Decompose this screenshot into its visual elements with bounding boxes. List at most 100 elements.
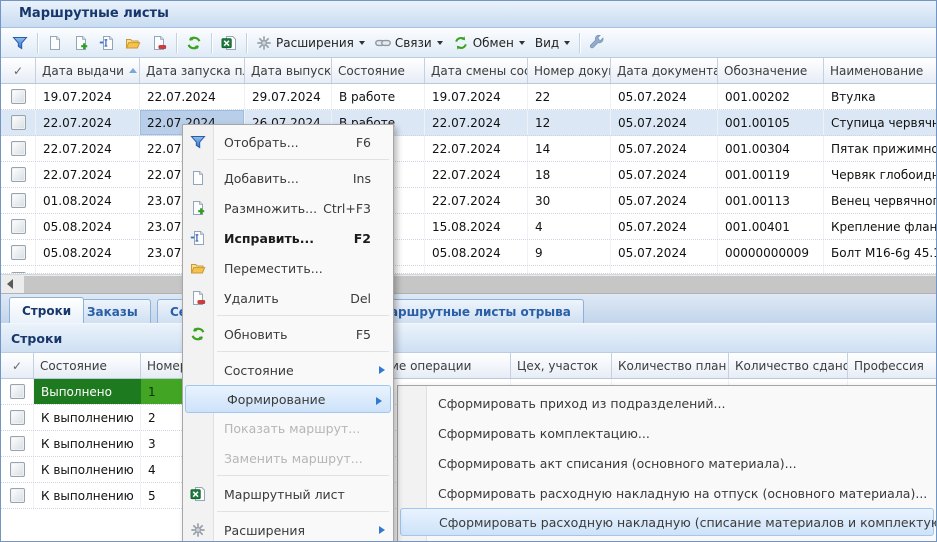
row-checkbox[interactable] [11,141,26,156]
tab-1[interactable]: Строки [9,297,84,323]
submenu-item[interactable]: Сформировать приход из подразделений... [398,388,936,418]
context-menu-item[interactable]: Заменить маршрут... [183,443,393,473]
cell[interactable]: Выполнено [34,379,141,404]
settings-button[interactable] [584,33,610,53]
cell[interactable]: Т [824,266,937,274]
view-dropdown[interactable]: Вид [530,34,575,52]
table-row[interactable]: 22.07.202422.07.202422.07.20241405.07.20… [1,136,937,162]
cell[interactable]: 05.07.2024 [611,84,718,109]
cell[interactable]: 4 [528,214,611,239]
submenu-item[interactable]: Сформировать расходную накладную (списан… [400,508,934,536]
cell[interactable]: 19.07.2024 [425,84,528,109]
table-row[interactable]: 22.07.202422.07.202426.07.2024В работе22… [1,110,937,136]
row-checkbox[interactable] [10,436,25,451]
cell[interactable]: К выполнению [34,405,141,430]
cell[interactable]: 12 [528,110,611,135]
cell[interactable]: 05.07.2024 [611,162,718,187]
cell[interactable]: 05.07.2024 [611,110,718,135]
submenu-item[interactable]: Сформировать расходную накладную на отпу… [398,478,936,508]
context-menu-item[interactable]: Отобрать...F6 [183,127,393,157]
cell[interactable]: Венец червячного к [824,188,937,213]
row-checkbox[interactable] [11,167,26,182]
cell[interactable]: Ступица червячного [824,110,937,135]
move-button[interactable] [120,33,146,53]
row-checkbox[interactable] [10,384,25,399]
submenu-item[interactable]: Сформировать акт списания (основного мат… [398,448,936,478]
cell[interactable]: 05.07.2024 [611,136,718,161]
column-header[interactable]: Номер докум [528,58,611,83]
column-header[interactable]: ✓ [1,353,34,378]
cell[interactable]: 05.07.2024 [611,266,718,274]
table-row[interactable]: 01.08.202423.07.202422.07.20243005.07.20… [1,188,937,214]
cell[interactable]: 001.00202 [718,84,824,109]
horizontal-scrollbar[interactable] [1,274,937,293]
row-checkbox[interactable] [10,462,25,477]
column-header[interactable]: Количество сдано [729,353,848,378]
cell[interactable]: 00000000009 [718,240,824,265]
cell[interactable]: Болт М16-6g 45.109 [824,240,937,265]
table-row[interactable]: 22.07.202422.07.202422.07.20241805.07.20… [1,162,937,188]
cell[interactable]: 01.08.2024 [36,188,140,213]
cell[interactable]: 14 [528,136,611,161]
cell[interactable]: 22.07.2024 [425,162,528,187]
excel-export-button[interactable] [216,33,242,53]
column-header[interactable]: Дата выпуска [245,58,332,83]
row-checkbox[interactable] [11,193,26,208]
cell[interactable]: К выполнению [34,483,141,508]
table-row[interactable]: 12.08.202425.07.202412.08.20243005.07.20… [1,266,937,274]
context-menu-item[interactable]: Расширения [183,515,393,542]
cell[interactable]: 18 [528,162,611,187]
cell[interactable]: 22 [528,84,611,109]
column-header[interactable]: Цех, участок [511,353,612,378]
cell[interactable]: 19.07.2024 [36,84,140,109]
cell[interactable]: 30 [528,188,611,213]
context-menu-item[interactable]: Маршрутный лист [183,479,393,509]
context-menu-item[interactable]: Формирование [185,385,391,413]
duplicate-button[interactable] [68,33,94,53]
column-header[interactable]: Дата документа [611,58,718,83]
context-menu-item[interactable]: Переместить... [183,253,393,283]
submenu-item[interactable]: Сформировать комплектацию... [398,418,936,448]
context-menu-item[interactable]: ОбновитьF5 [183,319,393,349]
cell[interactable]: Пятак прижимной [824,136,937,161]
cell[interactable]: 22.07.2024 [36,136,140,161]
table-row[interactable]: 19.07.202422.07.202429.07.2024В работе19… [1,84,937,110]
exchange-dropdown[interactable]: Обмен [448,33,530,53]
add-button[interactable] [42,33,68,53]
table-row[interactable]: 05.08.202423.07.202405.08.2024905.07.202… [1,240,937,266]
row-checkbox[interactable] [10,410,25,425]
cell[interactable]: 001.00304 [718,136,824,161]
column-header[interactable]: Состояние [34,353,141,378]
cell[interactable]: 05.07.2024 [611,214,718,239]
scroll-left-arrow-icon[interactable] [7,279,13,289]
cell[interactable]: К выполнению [34,457,141,482]
cell[interactable]: 22.07.2024 [140,84,245,109]
delete-button[interactable] [146,33,172,53]
cell[interactable]: Втулка [824,84,937,109]
cell[interactable]: 05.07.2024 [611,240,718,265]
cell[interactable]: 22.07.2024 [36,162,140,187]
cell[interactable]: 05.07.2024 [611,188,718,213]
table-row[interactable]: 05.08.202423.07.202415.08.2024405.07.202… [1,214,937,240]
cell[interactable]: 001.00119 [718,162,824,187]
links-dropdown[interactable]: Связи [370,33,448,53]
cell[interactable]: 22.07.2024 [36,110,140,135]
row-checkbox[interactable] [11,245,26,260]
filter-button[interactable] [7,33,33,53]
cell[interactable]: 9 [528,240,611,265]
context-menu-item[interactable]: Показать маршрут... [183,413,393,443]
context-menu-item[interactable]: УдалитьDel [183,283,393,313]
cell[interactable]: Крепление фланцев [824,214,937,239]
tab-4[interactable]: Маршрутные листы отрыва [365,299,584,323]
row-checkbox[interactable] [10,488,25,503]
extensions-dropdown[interactable]: Расширения [251,33,370,53]
row-checkbox[interactable] [11,115,26,130]
tab-2[interactable]: Заказы [74,299,151,323]
column-header[interactable]: Профессия [848,353,937,378]
column-header[interactable]: Наименование [824,58,937,83]
cell[interactable]: 001.00105 [718,110,824,135]
cell[interactable]: 001.00300 [718,266,824,274]
cell[interactable]: К выполнению [34,431,141,456]
row-checkbox[interactable] [11,89,26,104]
edit-button[interactable] [94,33,120,53]
